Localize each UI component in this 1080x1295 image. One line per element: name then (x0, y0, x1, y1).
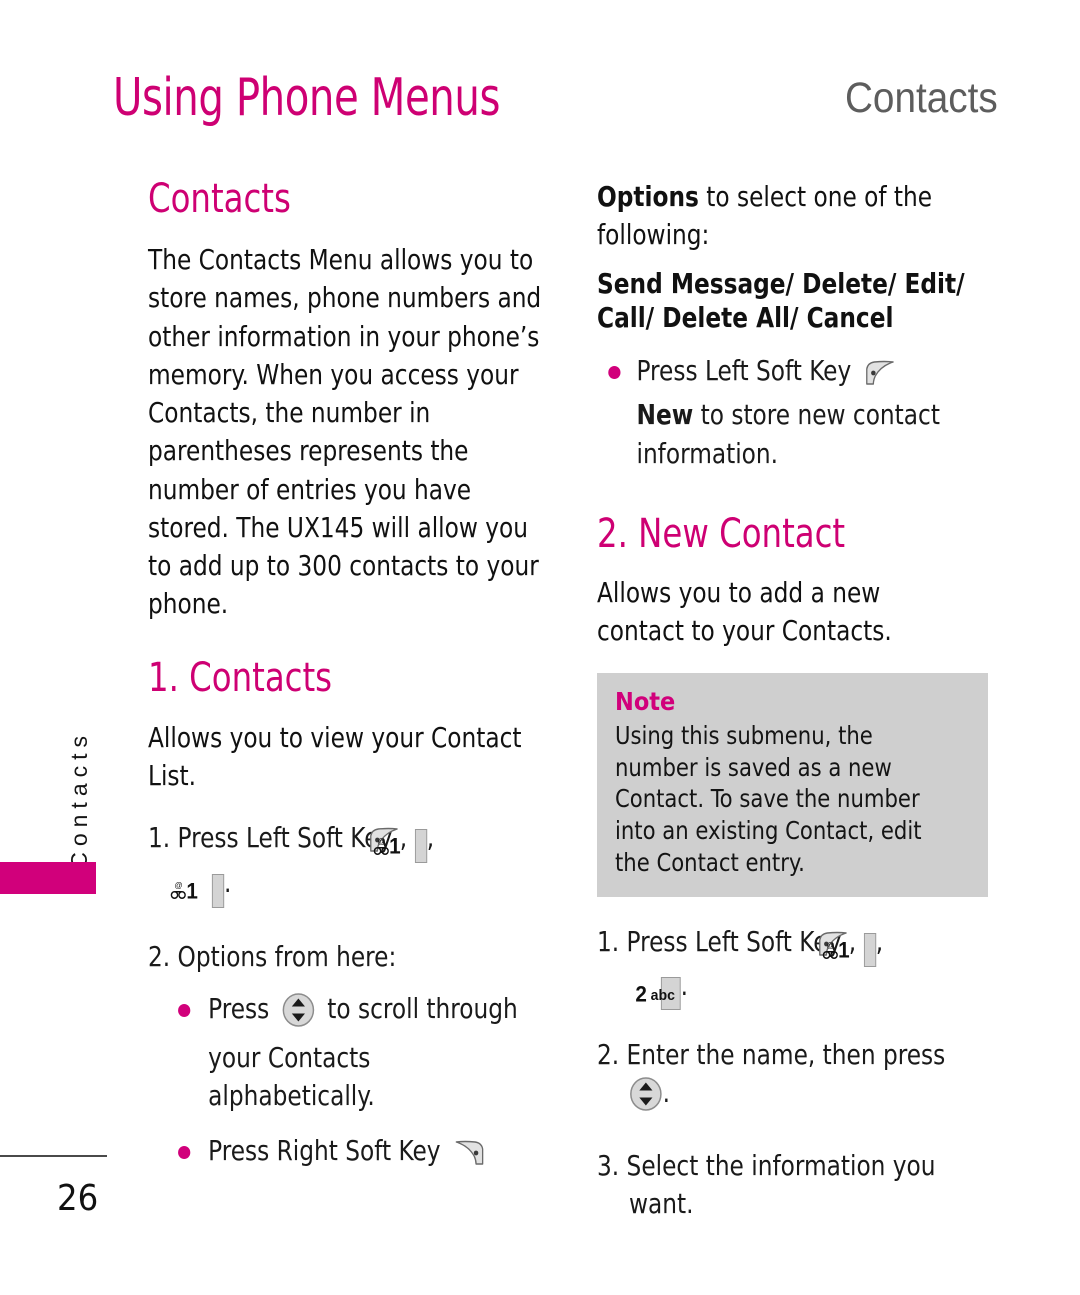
key-1-digit: 1 (389, 833, 401, 859)
bullet-dot (178, 1004, 191, 1018)
right-step-1-comma-2: , (875, 925, 884, 958)
svg-text:@: @ (826, 941, 834, 950)
options-list: Send Message/ Delete/ Edit/ Call/ Delete… (597, 268, 965, 334)
options-lead: Options to select one of the following: (597, 178, 973, 254)
right-step-1: 1. Press Left Soft Key , 1 @ , 2 abc . (597, 923, 973, 1010)
contacts-intro-paragraph: The Contacts Menu allows you to store na… (148, 244, 542, 621)
page-number: 26 (57, 1178, 99, 1219)
bullet-dot (608, 365, 621, 379)
subsection-2-newcontact-heading: 2. New Contact (597, 511, 846, 558)
right-step-1-text: 1. Press Left Soft Key (597, 925, 842, 958)
note-title: Note (615, 686, 676, 716)
subsection-1-contacts-heading: 1. Contacts (148, 655, 333, 702)
key-2-letters: abc (650, 986, 675, 1004)
right-step-3: 3. Select the information you want. (597, 1149, 936, 1221)
right-step-2: 2. Enter the name, then press . (597, 1036, 973, 1123)
left-soft-key-icon (864, 358, 896, 397)
side-tab-label: Contacts (66, 730, 92, 869)
subsection-1-intro: Allows you to view your Contact List. (148, 721, 522, 792)
right-bullet-pre: Press Left Soft Key (636, 354, 852, 387)
right-soft-key-icon (454, 1138, 486, 1177)
left-step-1-comma-2: , (426, 822, 435, 854)
left-step-2: 2. Options from here: (148, 940, 397, 973)
right-step-1-period: . (680, 970, 689, 1003)
left-bullet-rightsoftkey-text: Press Right Soft Key (208, 1134, 441, 1167)
side-tab-bar (0, 862, 96, 894)
svg-text:@: @ (377, 837, 385, 846)
left-column: Contacts The Contacts Menu allows you to… (148, 176, 568, 1186)
key-1-digit-2: 1 (186, 878, 198, 904)
subsection-2-intro: Allows you to add a new contact to your … (597, 577, 892, 648)
key-1-voicemail-icon: 1 @ (373, 829, 427, 864)
bullet-dot (178, 1145, 191, 1159)
left-step-1-period: . (224, 866, 232, 899)
left-bullet-scroll-pre: Press (208, 993, 270, 1026)
left-bullet-scroll: Press to scroll through your Contacts al… (148, 990, 543, 1116)
right-bullet-leftsoftkey: Press Left Soft Key New to store new con… (597, 352, 973, 474)
contacts-heading: Contacts (148, 176, 291, 222)
page-header: Using Phone Menus Contacts (0, 0, 1080, 160)
section-title: Contacts (845, 74, 998, 122)
key-2-abc-icon: 2 abc (635, 977, 681, 1010)
left-step-1-text: 1. Press Left Soft Key (148, 822, 393, 854)
page-title: Using Phone Menus (113, 68, 500, 128)
note-body: Using this submenu, the number is saved … (615, 720, 922, 878)
right-step-2-period: . (662, 1077, 671, 1110)
navigation-updown-icon (281, 992, 315, 1039)
key-1-voicemail-icon-2: 1 @ (170, 873, 225, 908)
key-1-digit: 1 (838, 937, 850, 963)
right-step-2-text: 2. Enter the name, then press (597, 1038, 946, 1071)
svg-text:@: @ (175, 881, 183, 890)
right-bullet-bold-new: New (636, 399, 694, 432)
key-2-digit: 2 (635, 982, 647, 1008)
left-bullet-rightsoftkey: Press Right Soft Key (148, 1132, 543, 1177)
right-column: Options to select one of the following: … (597, 178, 997, 1238)
key-1-voicemail-icon: 1 @ (822, 932, 876, 968)
note-box: Note Using this submenu, the number is s… (597, 672, 988, 897)
footer-rule (0, 1155, 107, 1157)
options-bold-word: Options (597, 181, 699, 213)
left-step-1: 1. Press Left Soft Key , 1 @ , 1 @ . (148, 819, 543, 908)
